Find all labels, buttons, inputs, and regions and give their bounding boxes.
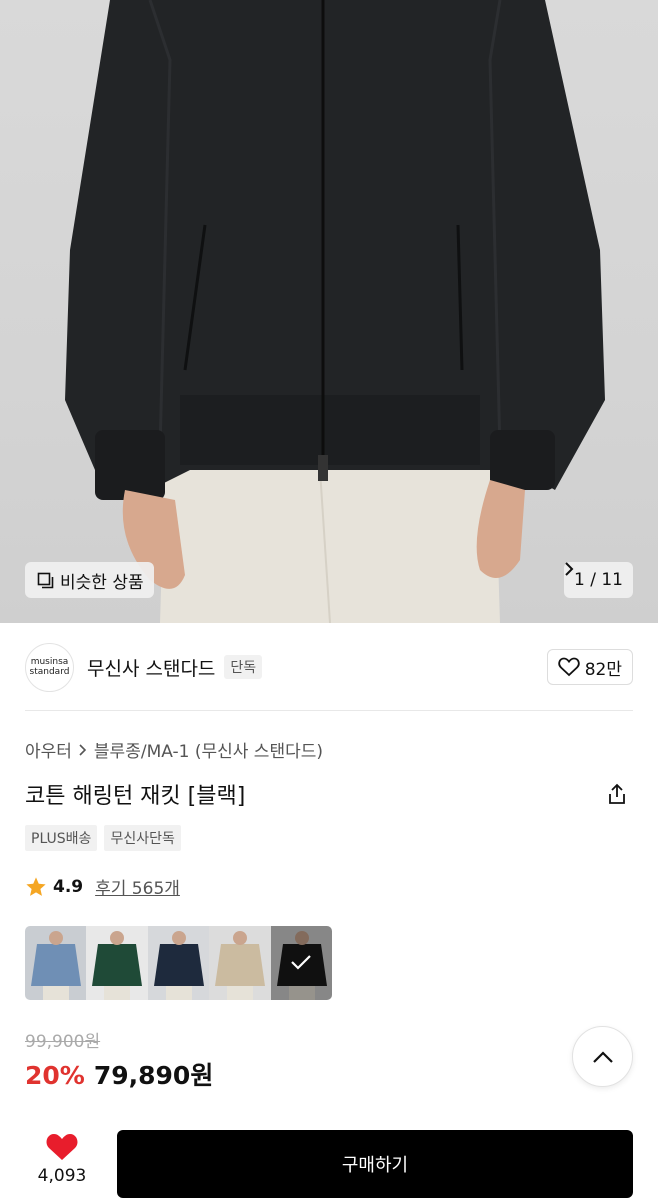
- breadcrumb-subcategory[interactable]: 블루종/MA-1 (무신사 스탠다드): [94, 737, 323, 762]
- color-swatch[interactable]: [270, 926, 332, 1000]
- exclusive-badge: 단독: [224, 655, 263, 679]
- chevron-right-icon: [79, 743, 87, 756]
- buy-button[interactable]: 구매하기: [117, 1130, 633, 1198]
- tag-plus-delivery: PLUS배송: [25, 825, 98, 851]
- reviews-link[interactable]: 후기 565개: [95, 874, 180, 899]
- image-counter[interactable]: 1 / 11: [564, 562, 633, 598]
- brand-logo[interactable]: musinsa standard: [25, 642, 74, 692]
- original-price: 99,900원: [25, 1032, 101, 1052]
- rating-row: 4.9 후기 565개: [25, 874, 180, 899]
- title-row: 코튼 해링턴 재킷 [블랙]: [25, 778, 633, 810]
- bottom-like-button[interactable]: 4,093: [25, 1132, 99, 1194]
- brand-logo-line1: musinsa: [30, 657, 69, 667]
- breadcrumb-category[interactable]: 아우터: [25, 737, 72, 762]
- rating-score: 4.9: [53, 876, 84, 897]
- jacket-photo: [65, 0, 605, 623]
- image-counter-text: 1 / 11: [574, 570, 623, 590]
- brand-name[interactable]: 무신사 스탠다드: [87, 654, 215, 681]
- brand-logo-line2: standard: [29, 667, 70, 677]
- product-tags: PLUS배송 무신사단독: [25, 825, 181, 851]
- color-swatch[interactable]: [86, 926, 148, 1000]
- check-icon: [290, 955, 311, 970]
- similar-products-label: 비슷한 상품: [60, 572, 144, 593]
- price-row: 20% 79,890원: [25, 1056, 213, 1092]
- product-hero-image[interactable]: 비슷한 상품 1 / 11: [0, 0, 658, 623]
- like-count: 4,093: [37, 1166, 87, 1186]
- breadcrumb: 아우터 블루종/MA-1 (무신사 스탠다드): [25, 737, 323, 762]
- tag-exclusive: 무신사단독: [104, 825, 181, 851]
- chevron-up-icon: [592, 1050, 613, 1063]
- scroll-to-top-button[interactable]: [572, 1026, 633, 1087]
- sale-price: 79,890원: [93, 1061, 214, 1090]
- product-title: 코튼 해링턴 재킷 [블랙]: [25, 784, 246, 809]
- divider: [25, 710, 633, 711]
- star-icon: [26, 876, 46, 896]
- brand-like-button[interactable]: 82만: [546, 649, 633, 685]
- heart-filled-icon: [46, 1134, 78, 1160]
- brand-row: musinsa standard 무신사 스탠다드 단독 82만: [25, 642, 633, 692]
- color-swatch[interactable]: [209, 926, 271, 1000]
- share-icon[interactable]: [605, 782, 629, 806]
- heart-outline-icon: [558, 657, 580, 677]
- similar-products-button[interactable]: 비슷한 상품: [25, 562, 154, 598]
- similar-icon: [37, 572, 54, 588]
- discount-rate: 20%: [25, 1061, 85, 1090]
- brand-like-count: 82만: [584, 659, 622, 680]
- color-swatch[interactable]: [25, 926, 87, 1000]
- color-swatch[interactable]: [147, 926, 210, 1000]
- color-swatches: [25, 926, 332, 1000]
- chevron-right-icon: [565, 562, 574, 576]
